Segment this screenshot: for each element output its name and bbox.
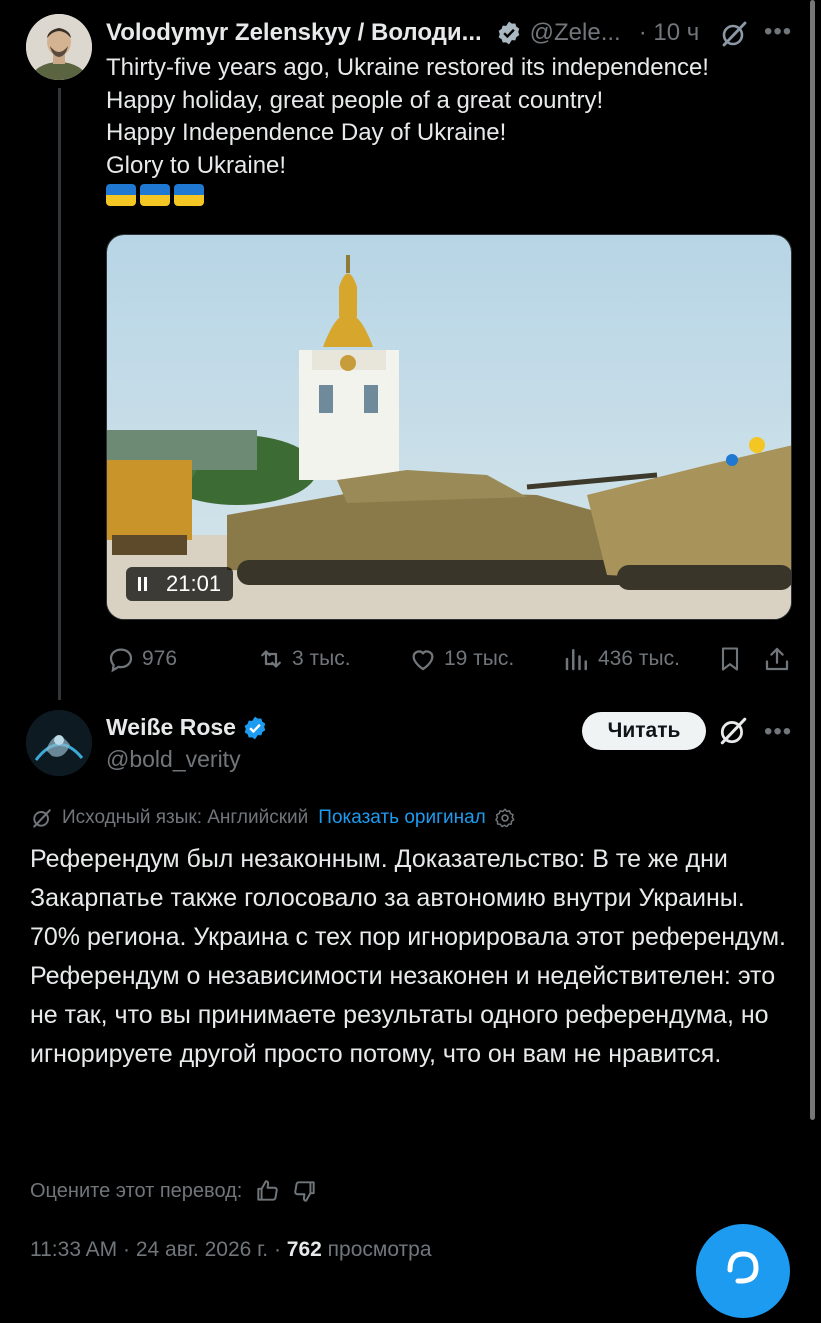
views-label: просмотра	[321, 1238, 432, 1261]
author-handle[interactable]: @bold_verity	[106, 746, 241, 773]
author-name[interactable]: Volodymyr Zelenskyy / Володи...	[106, 19, 482, 47]
author-name[interactable]: Weiße Rose	[106, 714, 236, 741]
like-count: 19 тыс.	[444, 647, 515, 670]
author-name-row: Weiße Rose	[106, 714, 268, 741]
tweet-text: Референдум был незаконным. Доказательств…	[30, 845, 786, 1068]
thumbs-up-icon[interactable]	[254, 1178, 280, 1204]
ukraine-flag-icon	[140, 184, 170, 206]
bookmark-icon	[721, 647, 739, 671]
ukraine-flag-icon	[106, 184, 136, 206]
views-button[interactable]: 436 тыс.	[562, 640, 680, 678]
author-handle[interactable]: @Zele...	[530, 19, 621, 47]
like-button[interactable]: 19 тыс.	[408, 640, 514, 678]
compose-icon	[727, 1251, 759, 1284]
grok-icon[interactable]	[718, 716, 748, 746]
ukraine-flag-icon	[174, 184, 204, 206]
rate-prompt: Оцените этот перевод:	[30, 1179, 243, 1202]
verified-badge-icon[interactable]	[242, 715, 268, 741]
repost-icon	[261, 650, 281, 668]
thread-connector	[58, 88, 61, 700]
video-player[interactable]	[106, 234, 792, 620]
like-icon	[412, 650, 434, 671]
tweet-text: Thirty-five years ago, Ukraine restored …	[106, 54, 709, 179]
settings-icon[interactable]	[494, 807, 516, 829]
tweet-meta: 11:33 AM · 24 авг. 2026 г. · 762 просмот…	[30, 1238, 432, 1262]
video-duration: 21:01	[166, 571, 222, 596]
reply-icon	[109, 648, 133, 673]
tweet-timestamp[interactable]: 11:33 AM · 24 авг. 2026 г. ·	[30, 1238, 287, 1261]
rate-translation: Оцените этот перевод:	[30, 1178, 318, 1204]
translate-icon	[33, 809, 51, 828]
views-icon	[565, 649, 587, 671]
video-thumbnail	[107, 235, 791, 619]
translation-bar: Исходный язык: Английский Показать ориги…	[30, 806, 516, 830]
author-avatar[interactable]	[26, 14, 92, 80]
share-button[interactable]	[762, 640, 798, 678]
reply-count: 976	[142, 647, 178, 670]
repost-count: 3 тыс.	[292, 647, 351, 670]
translation-note: Исходный язык: Английский	[62, 807, 309, 828]
bookmark-button[interactable]	[716, 640, 750, 678]
scrollbar[interactable]	[810, 0, 815, 1120]
follow-button[interactable]: Читать	[582, 712, 706, 750]
verified-badge-icon[interactable]	[496, 20, 522, 46]
ukraine-flags	[106, 184, 204, 206]
thumbs-down-icon[interactable]	[292, 1178, 318, 1204]
tweet-time[interactable]: · 10 ч	[639, 19, 700, 47]
views-count: 762	[286, 1238, 322, 1261]
pause-icon[interactable]	[138, 577, 150, 591]
more-icon[interactable]: •••	[764, 718, 792, 746]
compose-button[interactable]	[696, 1224, 790, 1318]
views-count: 436 тыс.	[598, 647, 680, 670]
reply-button[interactable]: 976	[106, 640, 177, 678]
repost-button[interactable]: 3 тыс.	[256, 640, 351, 678]
share-icon	[765, 647, 789, 671]
author-avatar[interactable]	[26, 710, 92, 776]
more-icon[interactable]: •••	[764, 18, 792, 46]
video-duration-badge[interactable]: 21:01	[126, 567, 234, 601]
tweet-header: Volodymyr Zelenskyy / Володи... @Zele...…	[106, 16, 699, 50]
grok-icon[interactable]	[720, 20, 748, 48]
show-original-link[interactable]: Показать оригинал	[318, 807, 485, 829]
